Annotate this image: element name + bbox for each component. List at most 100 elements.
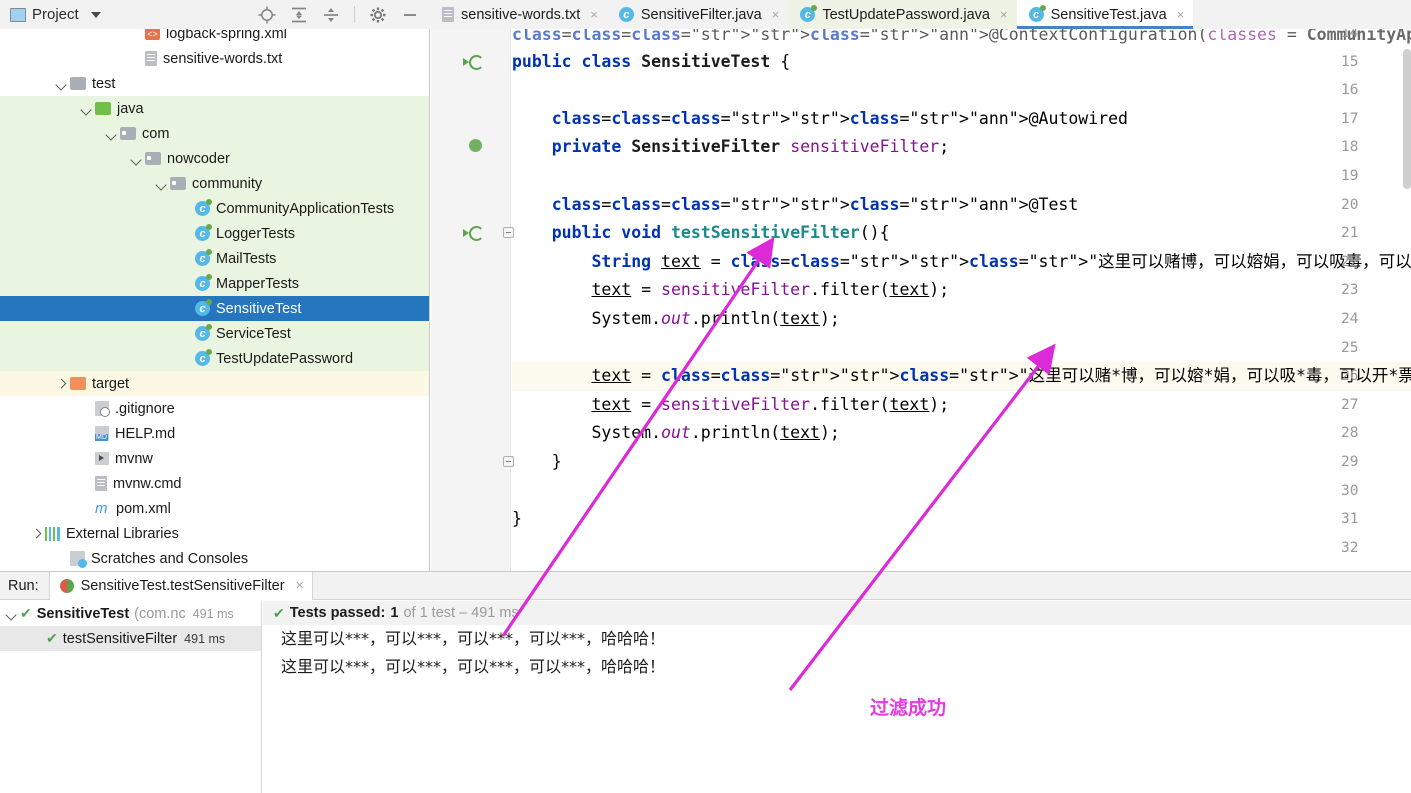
chevron-down-icon[interactable] (106, 128, 117, 139)
tree-item-pom-xml[interactable]: mpom.xml (0, 496, 429, 521)
tree-item-nowcoder[interactable]: nowcoder (0, 146, 429, 171)
locate-icon[interactable] (258, 6, 276, 24)
tree-item-testupdatepassword[interactable]: c TestUpdatePassword (0, 346, 429, 371)
chevron-down-icon[interactable] (156, 178, 167, 189)
chevron-right-icon[interactable] (31, 528, 42, 539)
test-passed-icon: ✔ (20, 605, 32, 622)
tree-item-label: External Libraries (66, 526, 179, 542)
code-line-29[interactable]: } (512, 448, 562, 477)
tree-item-label: java (117, 101, 144, 117)
code-line-15[interactable]: public class SensitiveTest { (512, 48, 790, 77)
project-tree[interactable]: <>logback-spring.xml sensitive-words.txt t… (0, 29, 430, 571)
code-line-20[interactable]: class=class=class="str">"str">class="str… (512, 191, 1078, 220)
chevron-down-icon[interactable] (56, 78, 67, 89)
folder-orange-icon (70, 377, 86, 390)
code-line-26[interactable]: text = class=class="str">"str">class="st… (512, 362, 1411, 391)
minimize-icon[interactable] (401, 6, 419, 24)
line-number: 15 (1331, 48, 1411, 77)
toolbar-divider (354, 6, 355, 23)
line-number: 18 (1331, 133, 1411, 162)
chevron-down-icon[interactable] (6, 608, 17, 619)
code-line-22[interactable]: String text = class=class="str">"str">cl… (512, 248, 1411, 277)
tree-item-label: community (192, 176, 262, 192)
code-line-23[interactable]: text = sensitiveFilter.filter(text); (512, 276, 949, 305)
tree-item-mappertests[interactable]: cMapperTests (0, 271, 429, 296)
tree-item-scratches-and-consoles[interactable]: Scratches and Consoles (0, 546, 429, 571)
tree-item-label: mvnw.cmd (113, 476, 182, 492)
run-config-name: SensitiveTest.testSensitiveFilter (81, 578, 285, 594)
chevron-down-icon[interactable] (91, 12, 101, 18)
code-line-27[interactable]: text = sensitiveFilter.filter(text); (512, 391, 949, 420)
tree-item-sensitive-words-txt[interactable]: sensitive-words.txt (0, 46, 429, 71)
code-line-14[interactable]: class=class=class="str">"str">class="str… (512, 29, 1411, 50)
gear-icon[interactable] (369, 6, 387, 24)
editor-tab-1[interactable]: cSensitiveFilter.java× (607, 0, 788, 29)
tree-item-com[interactable]: com (0, 121, 429, 146)
chevron-right-icon[interactable] (56, 378, 67, 389)
run-panel: Run: SensitiveTest.testSensitiveFilter ×… (0, 571, 1411, 793)
libraries-icon (45, 527, 60, 541)
test-results-tree[interactable]: ✔SensitiveTest(com.nc491 ms✔testSensitiv… (0, 601, 262, 793)
line-number: 16 (1331, 76, 1411, 105)
code-editor[interactable]: class=class=class="str">"str">class="str… (431, 29, 1411, 571)
editor-gutter[interactable] (431, 29, 511, 571)
code-line-21[interactable]: public void testSensitiveFilter(){ (512, 219, 890, 248)
tree-item-servicetest[interactable]: cServiceTest (0, 321, 429, 346)
run-test-gutter-icon[interactable] (469, 54, 485, 70)
tree-item-label: sensitive-words.txt (163, 51, 282, 67)
line-number: 14 (1331, 29, 1411, 48)
close-icon[interactable]: × (1177, 7, 1185, 22)
code-line-28[interactable]: System.out.println(text); (512, 419, 840, 448)
collapse-all-icon[interactable] (322, 6, 340, 24)
code-line-18[interactable]: private SensitiveFilter sensitiveFilter; (512, 133, 949, 162)
expand-all-icon[interactable] (290, 6, 308, 24)
code-line-31[interactable]: } (512, 505, 522, 534)
tree-item-community[interactable]: community (0, 171, 429, 196)
test-row-0[interactable]: ✔SensitiveTest(com.nc491 ms (0, 601, 261, 626)
close-icon[interactable]: × (1000, 7, 1008, 22)
tree-item-logback-spring-xml[interactable]: <>logback-spring.xml (0, 29, 429, 46)
tree-item-external-libraries[interactable]: External Libraries (0, 521, 429, 546)
editor-tab-0[interactable]: sensitive-words.txt× (430, 0, 607, 29)
close-icon[interactable]: × (296, 578, 304, 594)
close-icon[interactable]: × (590, 7, 598, 22)
tree-item-label: TestUpdatePassword (216, 351, 353, 367)
java-test-class-icon: c (195, 351, 210, 366)
line-number: 20 (1331, 191, 1411, 220)
tree-item--gitignore[interactable]: .gitignore (0, 396, 429, 421)
tree-item-communityapplicationtests[interactable]: cCommunityApplicationTests (0, 196, 429, 221)
editor-tab-2[interactable]: cTestUpdatePassword.java× (788, 0, 1016, 29)
code-fold-marker[interactable] (503, 456, 514, 467)
code-content[interactable]: class=class=class="str">"str">class="str… (512, 29, 1411, 571)
console-output[interactable]: ✔ Tests passed: 1 of 1 test – 491 ms 这里可… (263, 601, 1411, 793)
run-test-gutter-icon[interactable] (469, 225, 485, 241)
code-line-24[interactable]: System.out.println(text); (512, 305, 840, 334)
tree-item-target[interactable]: target (0, 371, 429, 396)
run-config-tab[interactable]: SensitiveTest.testSensitiveFilter × (49, 572, 313, 600)
bean-gutter-icon[interactable] (469, 139, 485, 155)
line-number: 29 (1331, 448, 1411, 477)
code-fold-marker[interactable] (503, 227, 514, 238)
editor-tab-3[interactable]: cSensitiveTest.java× (1017, 0, 1194, 29)
chevron-down-icon[interactable] (131, 153, 142, 164)
tree-item-test[interactable]: test (0, 71, 429, 96)
tree-item-label: pom.xml (116, 501, 171, 517)
tree-item-mailtests[interactable]: cMailTests (0, 246, 429, 271)
close-icon[interactable]: × (772, 7, 780, 22)
editor-scrollbar[interactable] (1403, 49, 1411, 189)
tree-item-java[interactable]: java (0, 96, 429, 121)
tree-item-label: MapperTests (216, 276, 299, 292)
status-prefix: Tests passed: (290, 605, 386, 621)
tree-item-help-md[interactable]: HELP.md (0, 421, 429, 446)
test-row-1[interactable]: ✔testSensitiveFilter491 ms (0, 626, 261, 651)
markdown-icon (95, 426, 109, 441)
java-test-class-icon: c (195, 301, 210, 316)
tree-item-mvnw[interactable]: mvnw (0, 446, 429, 471)
chevron-down-icon[interactable] (81, 103, 92, 114)
tree-item-sensitivetest[interactable]: cSensitiveTest (0, 296, 429, 321)
code-line-17[interactable]: class=class=class="str">"str">class="str… (512, 105, 1128, 134)
tree-item-mvnw-cmd[interactable]: mvnw.cmd (0, 471, 429, 496)
editor-tab-label: TestUpdatePassword.java (822, 7, 990, 23)
tree-item-label: nowcoder (167, 151, 230, 167)
tree-item-loggertests[interactable]: cLoggerTests (0, 221, 429, 246)
